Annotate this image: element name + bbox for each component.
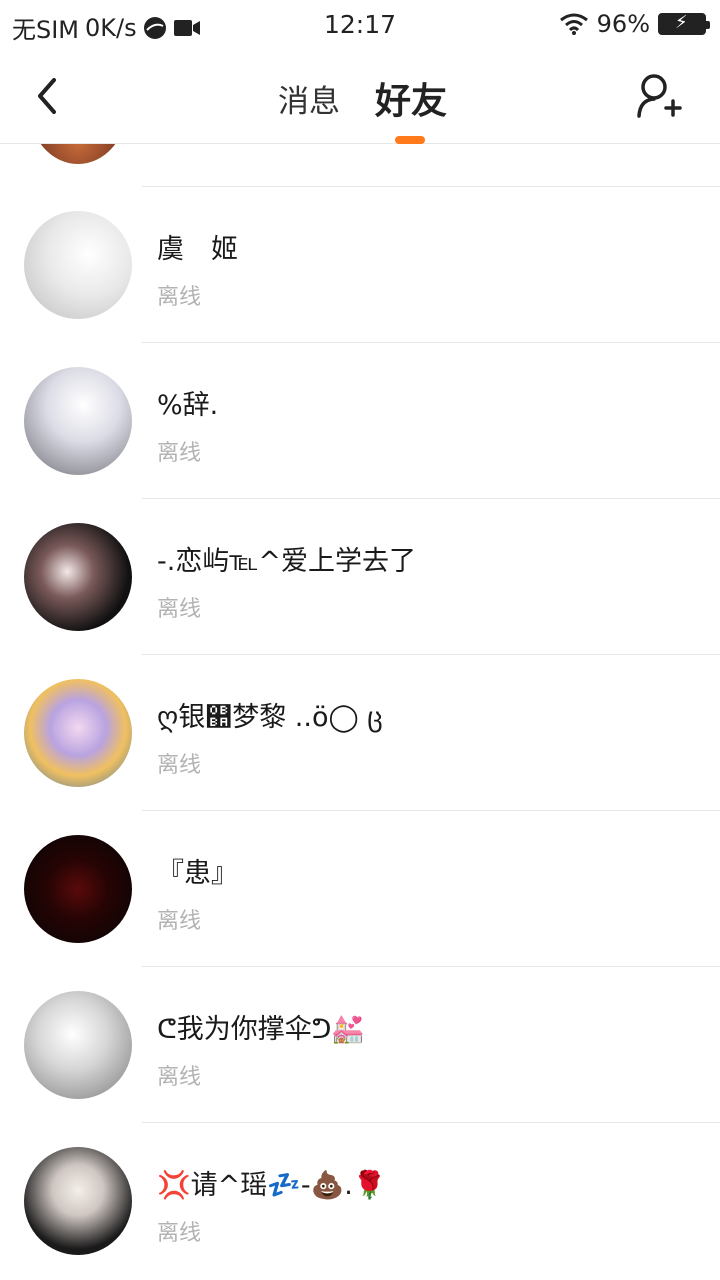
avatar[interactable]	[30, 144, 126, 164]
battery-icon: ⚡	[658, 12, 710, 35]
friend-name: 虞 姬	[157, 234, 238, 265]
wifi-icon	[559, 13, 588, 35]
friend-row[interactable]: 『患』 离线	[0, 811, 720, 967]
battery-percent: 96%	[596, 10, 650, 38]
friend-status: 离线	[157, 753, 202, 778]
status-right: 96% ⚡	[559, 10, 710, 38]
friend-name: 💢请^瑶💤-💩.🌹	[157, 1170, 387, 1201]
friend-name: %辞.	[157, 390, 219, 421]
friend-row[interactable]: ᕦ我为你撑伞ᕤ💒 离线	[0, 967, 720, 1123]
status-bar: 无SIM 0K/s 12:17 96% ⚡	[0, 0, 720, 50]
friend-name: 『患』	[157, 858, 238, 889]
friend-status: 离线	[157, 1221, 202, 1246]
friend-row[interactable]: %辞. 离线	[0, 343, 720, 499]
avatar[interactable]	[24, 991, 132, 1099]
tab-messages[interactable]: 消息	[278, 76, 340, 121]
friend-row[interactable]: 虞 姬 离线	[0, 187, 720, 343]
add-friend-icon[interactable]	[636, 72, 682, 120]
friend-status: 离线	[157, 1065, 202, 1090]
friend-status: 离线	[157, 441, 202, 466]
back-icon[interactable]	[28, 74, 68, 118]
avatar[interactable]	[24, 523, 132, 631]
avatar[interactable]	[24, 835, 132, 943]
friend-row[interactable]: 💢请^瑶💤-💩.🌹 离线	[0, 1123, 720, 1279]
avatar[interactable]	[24, 1147, 132, 1255]
friend-name: ᕦ我为你撑伞ᕤ💒	[157, 1014, 366, 1045]
nav-bar: 消息 好友	[0, 50, 720, 144]
tab-friends[interactable]: 好友	[375, 72, 447, 124]
avatar[interactable]	[24, 679, 132, 787]
friend-name: ღ银஺梦黎 ..ö◯ ც	[157, 702, 383, 733]
avatar[interactable]	[24, 211, 132, 319]
active-tab-indicator	[395, 136, 425, 144]
friend-status: 离线	[157, 597, 202, 622]
avatar[interactable]	[24, 367, 132, 475]
friend-list: 虞 姬 离线 %辞. 离线 -.恋屿℡^爱上学去了 离线 ღ银஺梦黎 ..ö◯ …	[0, 144, 720, 1280]
friend-status: 离线	[157, 285, 202, 310]
friend-row[interactable]: -.恋屿℡^爱上学去了 离线	[0, 499, 720, 655]
friend-status: 离线	[157, 909, 202, 934]
friend-name: -.恋屿℡^爱上学去了	[157, 546, 416, 577]
friend-row[interactable]: ღ银஺梦黎 ..ö◯ ც 离线	[0, 655, 720, 811]
